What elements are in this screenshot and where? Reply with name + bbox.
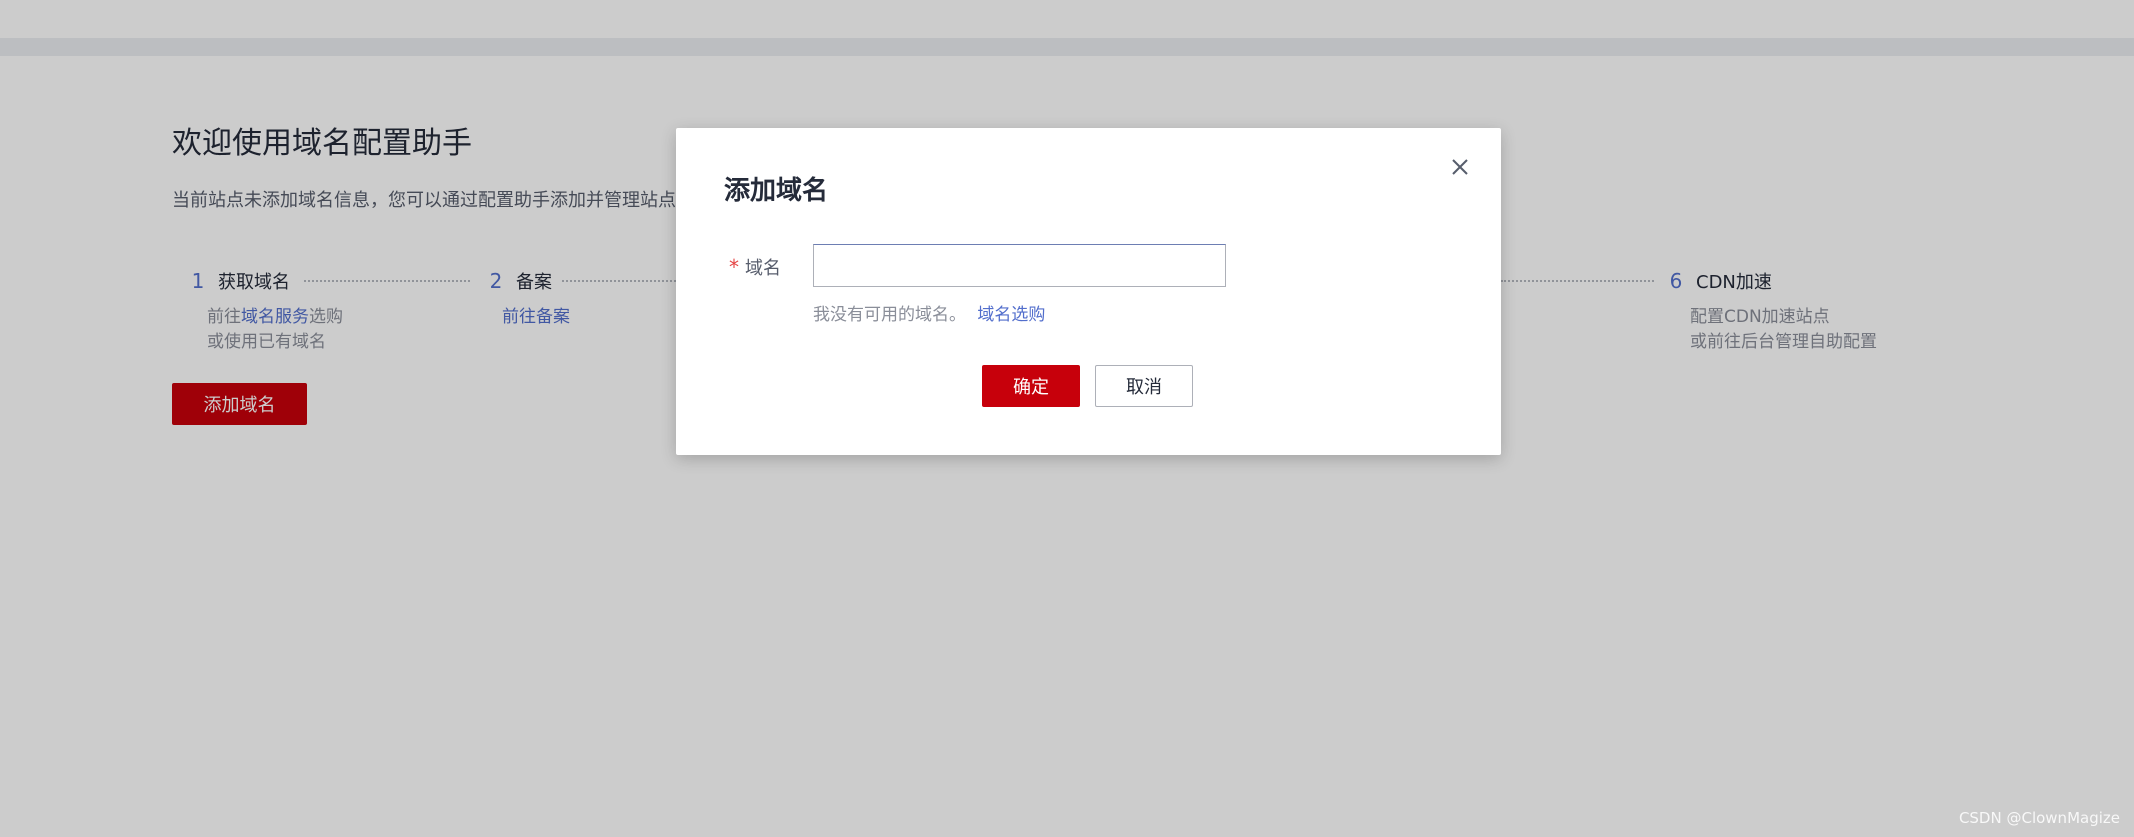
confirm-button[interactable]: 确定 [982,365,1080,407]
domain-field-label: * 域名 [729,255,781,279]
close-icon[interactable] [1448,155,1472,179]
watermark: CSDN @ClownMagize [1958,809,2120,827]
required-mark: * [729,255,739,279]
no-domain-hint: 我没有可用的域名。 域名选购 [813,305,1046,325]
cancel-button[interactable]: 取消 [1095,365,1193,407]
buy-domain-link[interactable]: 域名选购 [977,305,1045,325]
domain-input[interactable] [813,244,1226,287]
add-domain-dialog: 添加域名 * 域名 我没有可用的域名。 域名选购 确定 取消 [676,128,1501,455]
dialog-title: 添加域名 [724,176,829,206]
